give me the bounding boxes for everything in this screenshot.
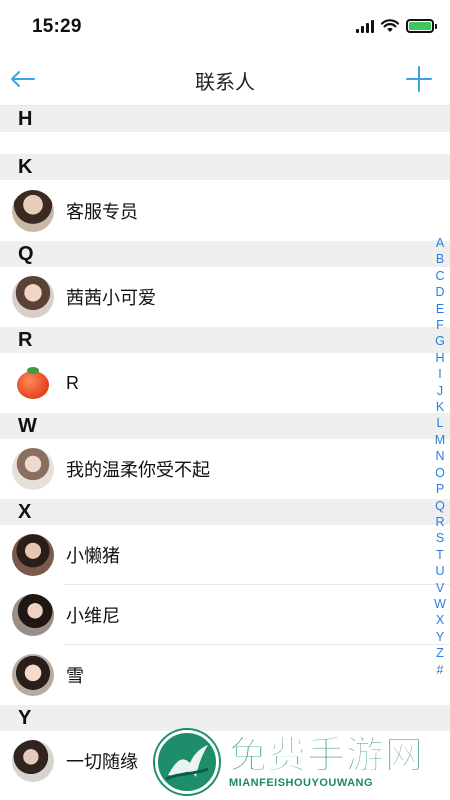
- photo-avatar: [12, 594, 54, 636]
- alphabet-index[interactable]: A B C D E F G H I J K L M N O P Q R S T U V W X Y Z #: [432, 235, 448, 678]
- contact-name: 小懒猪: [66, 546, 120, 566]
- status-bar: 15:29: [0, 0, 450, 52]
- contact-name: 雪: [66, 666, 84, 686]
- section-header-x: X: [0, 499, 450, 525]
- section-header-r: R: [0, 327, 450, 353]
- status-time: 15:29: [32, 16, 82, 37]
- photo-avatar: [12, 189, 54, 232]
- signal-icon: [356, 19, 374, 33]
- index-letter[interactable]: #: [432, 662, 448, 678]
- index-letter[interactable]: W: [432, 596, 448, 612]
- contact-row[interactable]: 茜茜小可爱: [0, 267, 450, 327]
- index-letter[interactable]: U: [432, 563, 448, 579]
- contact-name: 客服专员: [66, 201, 138, 222]
- contact-name: 小维尼: [66, 606, 120, 626]
- section-header-w: W: [0, 413, 450, 439]
- photo-avatar: [12, 654, 54, 696]
- watermark-logo-icon: [155, 730, 219, 794]
- index-letter[interactable]: V: [432, 580, 448, 596]
- status-icons: [356, 18, 437, 34]
- index-letter[interactable]: T: [432, 547, 448, 563]
- tomato-avatar: [12, 362, 54, 404]
- index-letter[interactable]: M: [432, 432, 448, 448]
- index-letter[interactable]: P: [432, 481, 448, 497]
- battery-level: [409, 22, 431, 30]
- index-letter[interactable]: H: [432, 350, 448, 366]
- index-letter[interactable]: C: [432, 268, 448, 284]
- index-letter[interactable]: D: [432, 284, 448, 300]
- plus-icon[interactable]: [404, 64, 434, 94]
- watermark: 免费手游网 MIANFEISHOUYOUWANG: [155, 726, 445, 798]
- watermark-subtitle: MIANFEISHOUYOUWANG: [229, 777, 374, 789]
- index-letter[interactable]: K: [432, 399, 448, 415]
- contact-row[interactable]: 小维尼: [0, 585, 450, 645]
- index-letter[interactable]: J: [432, 383, 448, 399]
- contact-row[interactable]: 小懒猪: [0, 525, 450, 585]
- contact-name: 我的温柔你受不起: [66, 460, 210, 480]
- index-letter[interactable]: Z: [432, 645, 448, 661]
- index-letter[interactable]: R: [432, 514, 448, 530]
- index-letter[interactable]: S: [432, 530, 448, 546]
- index-letter[interactable]: I: [432, 366, 448, 382]
- index-letter[interactable]: A: [432, 235, 448, 251]
- index-letter[interactable]: Q: [432, 498, 448, 514]
- contact-name: R: [66, 372, 79, 393]
- photo-avatar: [12, 534, 54, 576]
- section-header-k: K: [0, 154, 450, 180]
- contact-name: 一切随缘: [66, 752, 138, 772]
- index-letter[interactable]: E: [432, 301, 448, 317]
- contact-row[interactable]: R: [0, 353, 450, 413]
- index-letter[interactable]: G: [432, 333, 448, 349]
- nav-bar: 联系人: [0, 52, 450, 106]
- section-spacer: [0, 132, 450, 154]
- battery-icon: [406, 19, 437, 33]
- contact-row[interactable]: 我的温柔你受不起: [0, 439, 450, 499]
- watermark-title: 免费手游网: [228, 735, 425, 778]
- index-letter[interactable]: F: [432, 317, 448, 333]
- photo-avatar: [12, 448, 54, 490]
- index-letter[interactable]: L: [432, 415, 448, 431]
- index-letter[interactable]: B: [432, 251, 448, 267]
- contact-list[interactable]: H K 客服专员 Q 茜茜小可爱 R R W 我的温柔你受不起 X 小懒猪 小维…: [0, 106, 450, 800]
- index-letter[interactable]: O: [432, 465, 448, 481]
- index-letter[interactable]: N: [432, 448, 448, 464]
- photo-avatar: [12, 276, 54, 318]
- photo-avatar: [12, 740, 54, 782]
- page-title: 联系人: [195, 72, 255, 94]
- contact-row[interactable]: 雪: [0, 645, 450, 705]
- watermark-text: 免费手游网 MIANFEISHOUYOUWANG: [228, 735, 425, 790]
- section-header-h: H: [0, 106, 450, 132]
- index-letter[interactable]: X: [432, 612, 448, 628]
- contact-name: 茜茜小可爱: [66, 288, 156, 308]
- index-letter[interactable]: Y: [432, 629, 448, 645]
- section-header-q: Q: [0, 241, 450, 267]
- contact-row[interactable]: 客服专员: [0, 180, 450, 241]
- wifi-icon: [381, 19, 399, 32]
